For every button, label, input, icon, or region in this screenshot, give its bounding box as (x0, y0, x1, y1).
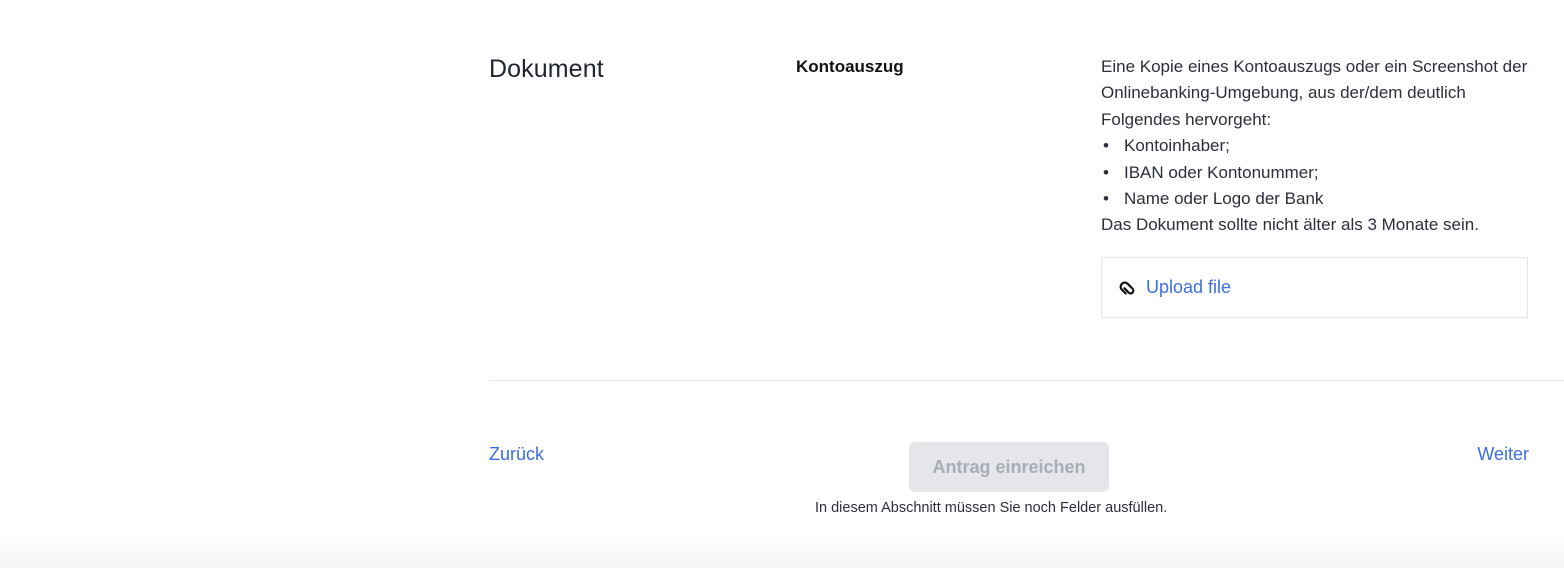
submit-application-button[interactable]: Antrag einreichen (909, 442, 1109, 492)
section-title: Dokument (489, 55, 604, 83)
back-link[interactable]: Zurück (489, 444, 544, 465)
section-divider (489, 380, 1564, 381)
list-item-text: IBAN oder Kontonummer; (1124, 162, 1319, 182)
upload-file-button[interactable]: Upload file (1101, 257, 1528, 318)
upload-file-label[interactable]: Upload file (1146, 277, 1231, 298)
footer-shadow (0, 534, 1564, 568)
description-note: Das Dokument sollte nicht älter als 3 Mo… (1101, 215, 1479, 235)
document-upload-page: Dokument Kontoauszug Eine Kopie eines Ko… (0, 0, 1564, 568)
description-intro: Eine Kopie eines Kontoauszugs oder ein S… (1101, 57, 1528, 129)
next-link[interactable]: Weiter (1477, 444, 1529, 465)
list-item: • Kontoinhaber; (1101, 133, 1541, 159)
document-description: Eine Kopie eines Kontoauszugs oder ein S… (1101, 54, 1541, 239)
document-type-label: Kontoauszug (796, 57, 904, 76)
list-item: • IBAN oder Kontonummer; (1101, 160, 1541, 186)
list-item-text: Name oder Logo der Bank (1124, 189, 1324, 209)
list-item-text: Kontoinhaber; (1124, 136, 1230, 156)
incomplete-fields-hint: In diesem Abschnitt müssen Sie noch Feld… (815, 500, 1168, 516)
requirements-list: • Kontoinhaber; • IBAN oder Kontonummer;… (1101, 133, 1541, 212)
bullet: • (1103, 189, 1109, 209)
list-item: • Name oder Logo der Bank (1101, 186, 1541, 212)
bullet: • (1103, 136, 1109, 156)
paperclip-icon (1117, 277, 1139, 299)
bullet: • (1103, 162, 1109, 182)
